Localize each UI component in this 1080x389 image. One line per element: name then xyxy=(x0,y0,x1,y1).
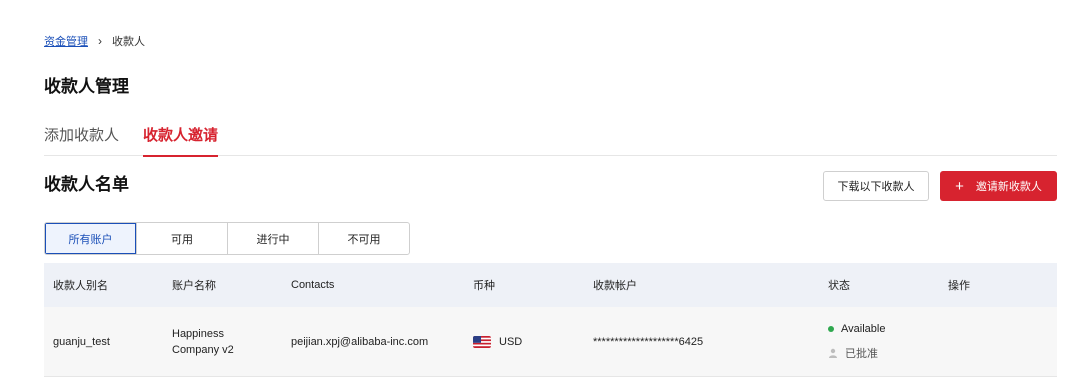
filter-all-accounts[interactable]: 所有账户 xyxy=(45,223,136,254)
payee-table: 收款人别名 账户名称 Contacts 币种 收款帐户 状态 操作 guanju… xyxy=(44,263,1057,377)
payee-alias: guanju_test xyxy=(53,335,110,348)
account-name: Happiness Company v2 xyxy=(172,326,234,358)
invite-payee-label: 邀请新收款人 xyxy=(975,181,1042,193)
plus-icon: + xyxy=(955,177,964,195)
download-payees-button[interactable]: 下载以下收款人 xyxy=(823,171,929,201)
currency-cell: USD xyxy=(473,335,523,348)
us-flag-icon xyxy=(473,335,491,348)
breadcrumb-current: 收款人 xyxy=(112,36,145,48)
currency-code: USD xyxy=(499,335,523,348)
status-filter-group: 所有账户 可用 进行中 不可用 xyxy=(44,222,410,255)
filter-unavailable[interactable]: 不可用 xyxy=(318,223,409,254)
tab-bar: 添加收款人 收款人邀请 xyxy=(44,124,1057,157)
status-available: Available xyxy=(828,323,885,335)
header-alias: 收款人别名 xyxy=(53,280,108,292)
table-header: 收款人别名 账户名称 Contacts 币种 收款帐户 状态 操作 xyxy=(44,263,1057,307)
header-payee-account: 收款帐户 xyxy=(593,280,637,292)
download-payees-label: 下载以下收款人 xyxy=(837,181,915,193)
approval-status: 已批准 xyxy=(828,345,885,361)
header-status: 状态 xyxy=(828,280,850,292)
user-icon xyxy=(829,348,837,358)
account-name-line2: Company v2 xyxy=(172,343,234,356)
filter-in-progress[interactable]: 进行中 xyxy=(227,223,318,254)
status-cell: Available 已批准 xyxy=(828,323,885,361)
filter-available[interactable]: 可用 xyxy=(136,223,227,254)
status-text: Available xyxy=(841,322,886,335)
approval-text: 已批准 xyxy=(845,347,878,360)
chevron-right-icon: › xyxy=(98,34,102,48)
breadcrumb: 资金管理 › 收款人 xyxy=(44,33,145,49)
header-currency: 币种 xyxy=(473,280,495,292)
account-name-line1: Happiness xyxy=(172,327,224,340)
tab-add-payee[interactable]: 添加收款人 xyxy=(44,124,119,156)
header-contacts: Contacts xyxy=(291,279,335,291)
header-actions: 操作 xyxy=(948,280,970,292)
status-dot-icon xyxy=(828,325,834,332)
page-title: 收款人管理 xyxy=(44,77,129,96)
invite-payee-button[interactable]: + 邀请新收款人 xyxy=(940,171,1057,201)
section-title: 收款人名单 xyxy=(44,175,129,194)
table-row[interactable]: guanju_test Happiness Company v2 peijian… xyxy=(44,307,1057,377)
breadcrumb-parent-link[interactable]: 资金管理 xyxy=(44,33,88,49)
tab-payee-invite[interactable]: 收款人邀请 xyxy=(143,124,219,157)
payee-account-number: ********************6425 xyxy=(593,335,704,348)
header-account-name: 账户名称 xyxy=(172,280,216,292)
contact-email: peijian.xpj@alibaba-inc.com xyxy=(291,335,429,348)
